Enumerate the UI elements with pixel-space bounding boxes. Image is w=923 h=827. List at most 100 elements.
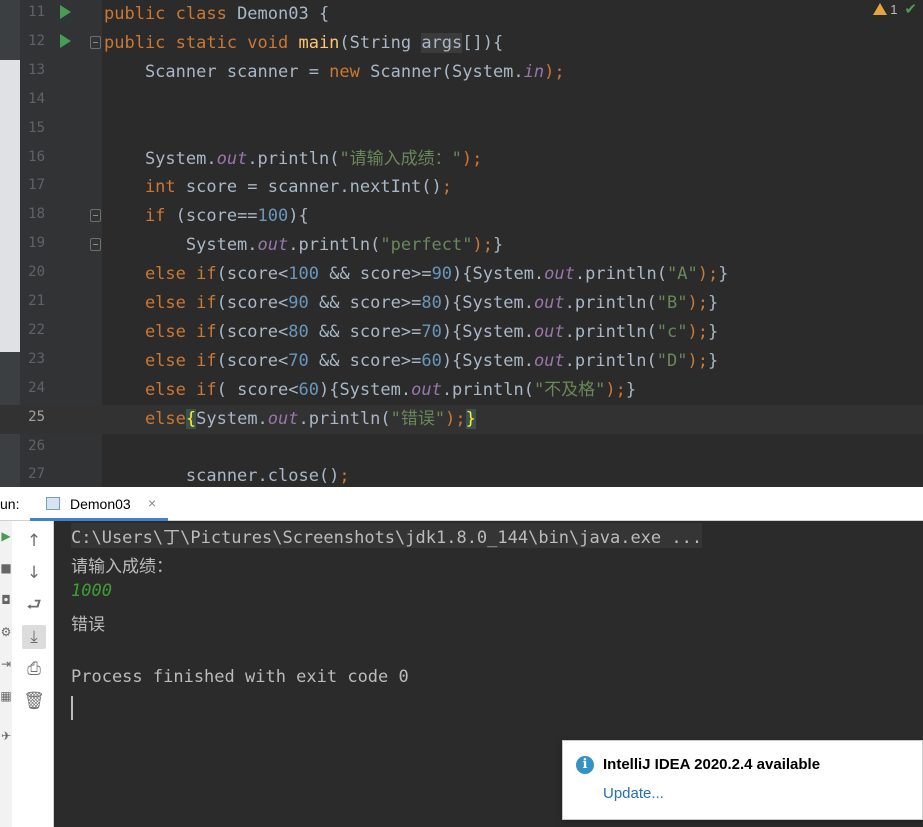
- line-number: 27: [28, 466, 45, 483]
- code-line[interactable]: 16 System.out.println("请输入成绩：");: [0, 145, 923, 174]
- code-token: );: [697, 264, 719, 285]
- code-line[interactable]: 17 int score = scanner.nextInt();: [0, 173, 923, 202]
- trash-icon[interactable]: 🗑: [22, 689, 46, 713]
- code-token: .println(: [564, 321, 657, 342]
- pin-icon[interactable]: ✈: [0, 729, 12, 743]
- line-number: 20: [28, 264, 45, 281]
- fold-icon[interactable]: [90, 35, 101, 49]
- code-token: "错误": [390, 408, 446, 429]
- code-token: .println(: [564, 350, 657, 371]
- code-token: (score<: [216, 350, 289, 371]
- close-icon[interactable]: ×: [148, 495, 156, 511]
- scroll-to-end-icon[interactable]: ⤓: [22, 625, 46, 649]
- code-line[interactable]: 26: [0, 434, 923, 463]
- code-line[interactable]: 19 System.out.println("perfect");}: [0, 231, 923, 260]
- code-token: 100: [288, 264, 319, 285]
- fold-icon[interactable]: [90, 209, 101, 223]
- up-arrow-icon[interactable]: ↑: [22, 529, 46, 553]
- code-text: System.out.println("perfect");}: [104, 232, 503, 258]
- code-token: );: [687, 293, 708, 313]
- down-arrow-icon[interactable]: ↓: [22, 561, 46, 585]
- exit-icon[interactable]: ⇥: [0, 657, 12, 671]
- run-gutter-icon[interactable]: [60, 5, 71, 19]
- code-text: System.out.println("请输入成绩：");: [104, 146, 482, 172]
- code-token: Scanner(System.: [370, 61, 524, 82]
- code-editor[interactable]: 11 public class Demon03 {12 public static …: [0, 0, 923, 487]
- code-token: }: [707, 293, 719, 313]
- line-number: 15: [28, 119, 45, 136]
- code-line[interactable]: 18 if (score==100){: [0, 202, 923, 231]
- code-token: && score>=: [308, 350, 422, 371]
- fold-icon[interactable]: [90, 238, 101, 252]
- code-token: ){System.: [452, 264, 545, 285]
- code-line[interactable]: 13 Scanner scanner = new Scanner(System.…: [0, 58, 923, 87]
- code-line[interactable]: 20 else if(score<100 && score>=90){Syste…: [0, 260, 923, 289]
- camera-icon[interactable]: ◘: [0, 593, 12, 607]
- update-link[interactable]: Update...: [603, 785, 664, 802]
- code-token: Demon03 {: [237, 4, 330, 24]
- code-token: }: [492, 235, 504, 256]
- inspection-widget[interactable]: 1 ✔: [873, 0, 917, 18]
- code-token: }: [718, 264, 729, 285]
- console-result: 错误: [71, 615, 105, 635]
- rerun-icon[interactable]: ▶: [0, 529, 12, 543]
- code-token: public static void: [104, 32, 299, 53]
- code-text: public class Demon03 {: [104, 1, 329, 27]
- print-icon[interactable]: ⎙: [22, 657, 46, 681]
- line-number: 14: [28, 90, 45, 107]
- line-number: 25: [28, 408, 45, 425]
- code-line[interactable]: 22 else if(score<80 && score>=70){System…: [0, 318, 923, 347]
- code-token: if: [104, 206, 176, 227]
- code-token: Scanner scanner =: [104, 61, 330, 82]
- code-line[interactable]: 25 else{System.out.println("错误");}: [0, 404, 923, 434]
- soft-wrap-icon[interactable]: ⮐: [22, 593, 46, 617]
- code-text: scanner.close();: [104, 463, 350, 487]
- code-token: (score<: [216, 321, 289, 342]
- update-notification[interactable]: i IntelliJ IDEA 2020.2.4 available Updat…: [562, 740, 923, 820]
- code-token: out: [257, 235, 289, 256]
- code-token: );: [461, 148, 483, 169]
- code-token: 60: [421, 350, 442, 371]
- code-token: );: [687, 350, 708, 371]
- run-gutter-icon[interactable]: [60, 33, 71, 48]
- checkmark-icon: ✔: [904, 1, 917, 18]
- code-line[interactable]: 27 scanner.close();: [0, 462, 923, 487]
- code-line[interactable]: 24 else if( score<60){System.out.println…: [0, 376, 923, 405]
- code-token: ){System.: [441, 293, 534, 313]
- code-line[interactable]: 23 else if(score<70 && score>=60){System…: [0, 347, 923, 376]
- code-token: .println(: [564, 293, 657, 313]
- stop-icon[interactable]: ■: [0, 561, 12, 575]
- code-text: if (score==100){: [104, 203, 309, 229]
- code-token: && score>=: [318, 264, 432, 285]
- line-number: 24: [28, 379, 45, 396]
- code-token: 80: [421, 293, 442, 313]
- settings-icon[interactable]: ⚙: [0, 625, 12, 639]
- code-token: (score<: [216, 293, 289, 313]
- code-token: args: [421, 32, 463, 53]
- code-token: 100: [257, 206, 289, 227]
- code-text: else if( score<60){System.out.println("不…: [104, 377, 636, 403]
- code-token: else if: [104, 350, 217, 371]
- code-token: System.: [104, 235, 258, 256]
- console-command: C:\Users\丁\Pictures\Screenshots\jdk1.8.0…: [71, 523, 703, 548]
- code-token: out: [267, 408, 299, 429]
- warning-count: 1: [890, 1, 898, 17]
- code-token: public class: [104, 4, 238, 24]
- code-line[interactable]: 15: [0, 116, 923, 145]
- line-number: 22: [28, 321, 45, 338]
- code-line[interactable]: 14: [0, 87, 923, 116]
- code-token: score = scanner.nextInt(): [185, 177, 442, 198]
- layout-icon[interactable]: ▦: [0, 689, 12, 703]
- code-token: "perfect": [380, 235, 473, 256]
- notification-title: IntelliJ IDEA 2020.2.4 available: [603, 756, 821, 773]
- code-token: "D": [656, 350, 688, 371]
- code-line[interactable]: 21 else if(score<90 && score>=80){System…: [0, 289, 923, 318]
- run-tab-demon03[interactable]: Demon03 ×: [30, 487, 168, 521]
- code-token: );: [605, 379, 626, 400]
- code-line[interactable]: 12 public static void main(String args[])…: [0, 29, 923, 58]
- run-tab-label: Demon03: [70, 496, 131, 512]
- run-label: un:: [0, 496, 20, 512]
- line-number: 26: [28, 437, 45, 454]
- code-text: else if(score<80 && score>=70){System.ou…: [104, 319, 718, 345]
- code-line[interactable]: 11 public class Demon03 {: [0, 0, 923, 29]
